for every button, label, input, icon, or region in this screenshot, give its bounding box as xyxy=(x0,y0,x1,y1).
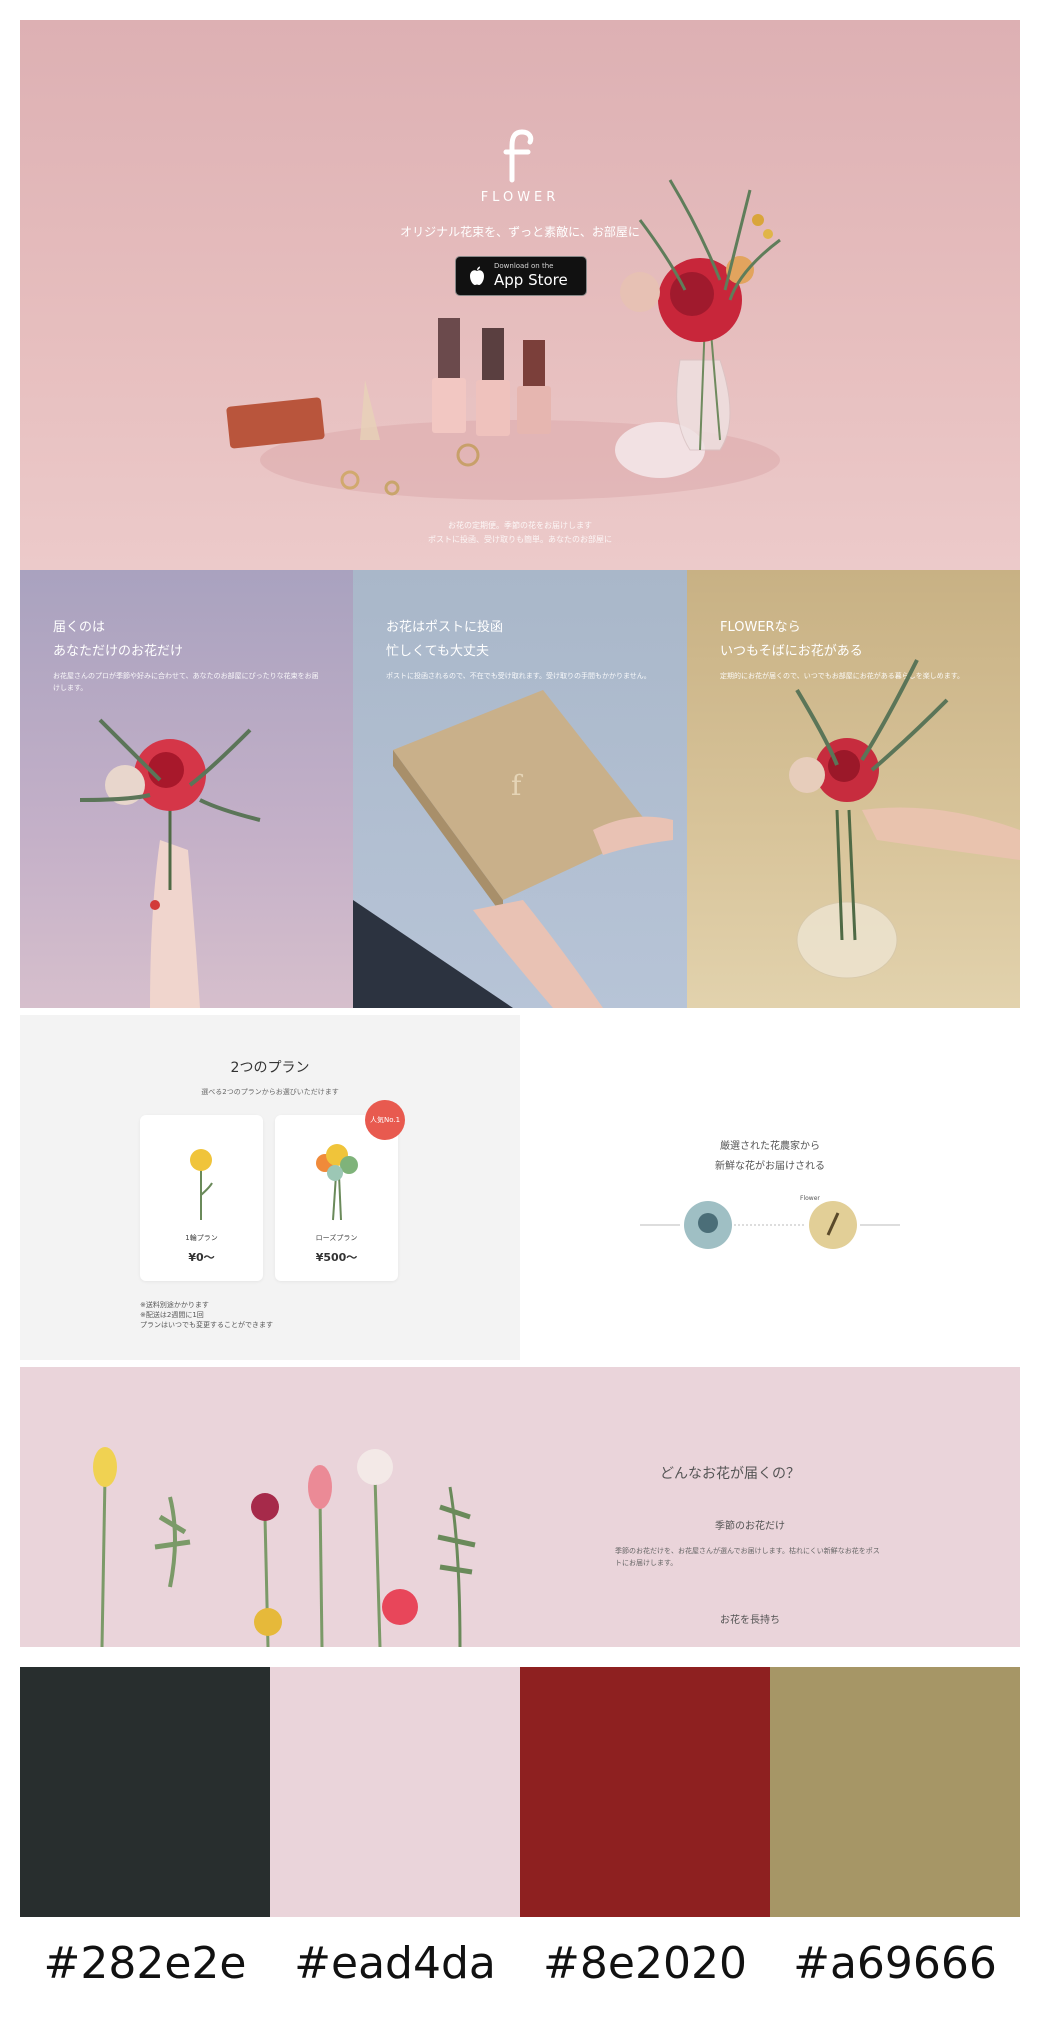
feature-card-2: お花はポストに投函 忙しくても大丈夫 ポストに投函されるので、不在でも受け取れます… xyxy=(353,570,687,1008)
plans-title: 2つのプラン xyxy=(230,1060,310,1076)
plan-name: 1輪プラン xyxy=(185,1234,218,1242)
content-section1-text: 季節のお花だけを、お花屋さんが選んでお届けします。枯れにくい新鮮なお花をポストに… xyxy=(615,1547,880,1567)
delivery-flow-diagram xyxy=(640,1201,900,1249)
flower-content-section: どんなお花が届くの？ 季節のお花だけ 季節のお花だけを、お花屋さんが選んでお届け… xyxy=(20,1367,1020,1647)
bouquet-icon xyxy=(316,1144,358,1221)
popular-badge: 人気No.1 xyxy=(365,1100,405,1140)
plans-subtitle: 選べる2つのプランからお選びいただけます xyxy=(201,1088,339,1096)
color-hex-label-2: #ead4da xyxy=(294,1938,496,1989)
bouquet-in-hand-image xyxy=(79,718,261,1008)
content-title: どんなお花が届くの？ xyxy=(660,1466,800,1482)
plan-price: ¥0〜 xyxy=(188,1251,215,1264)
content-section1-title: 季節のお花だけ xyxy=(715,1521,785,1532)
plan-notes: ※送料別途かかります ※配送は2週間に1回 プランはいつでも変更することができま… xyxy=(140,1301,273,1329)
plan-name: ローズプラン xyxy=(315,1234,358,1242)
flow-arrow-label: Flower xyxy=(800,1195,820,1202)
landing-page-preview: FLOWER オリジナル花束を、ずっと素敵に、お部屋に Download on … xyxy=(20,20,1020,1647)
vase-bouquet-image xyxy=(789,659,1020,979)
color-swatch-4 xyxy=(770,1667,1020,1917)
delivery-flow-section: 厳選された花農家から 新鮮な花がお届けされる Flower xyxy=(520,1015,1020,1360)
color-swatch-1 xyxy=(20,1667,270,1917)
yellow-flower-icon xyxy=(190,1149,213,1220)
features-section: 届くのは あなただけのお花だけ お花屋さんのプロが季節や好みに合わせて、あなたのお… xyxy=(20,570,1020,1008)
color-swatch-3 xyxy=(520,1667,770,1917)
plans-section: 2つのプラン 選べる2つのプランからお選びいただけます 1輪プラン ¥0〜 ロー… xyxy=(20,1015,520,1360)
plan-price: ¥500〜 xyxy=(315,1251,358,1264)
flowers-laid-out-image xyxy=(93,1447,476,1647)
color-hex-label-1: #282e2e xyxy=(43,1938,247,1989)
hero-note-1: お花の定期便。季節の花をお届けします xyxy=(448,521,592,530)
hero-section: FLOWER オリジナル花束を、ずっと素敵に、お部屋に Download on … xyxy=(20,20,1020,570)
mailbox-package-image: f xyxy=(353,690,673,1008)
feature-card-3: FLOWERなら いつもそばにお花がある 定期的にお花が届くので、いつでもお部屋に… xyxy=(687,570,1020,1008)
color-swatch-2 xyxy=(270,1667,520,1917)
hero-still-life-image xyxy=(226,179,781,500)
plan-card-rose[interactable]: ローズプラン ¥500〜 xyxy=(275,1115,398,1281)
hero-note-2: ポストに投函、受け取りも簡単。あなたのお部屋に xyxy=(428,535,612,544)
color-hex-label-4: #a69666 xyxy=(793,1938,997,1989)
feature-card-1: 届くのは あなただけのお花だけ お花屋さんのプロが季節や好みに合わせて、あなたのお… xyxy=(20,570,353,1008)
color-hex-label-3: #8e2020 xyxy=(543,1938,747,1989)
plan-card-single[interactable]: 1輪プラン ¥0〜 xyxy=(140,1115,263,1281)
content-section2-title: お花を長持ち xyxy=(720,1615,780,1626)
